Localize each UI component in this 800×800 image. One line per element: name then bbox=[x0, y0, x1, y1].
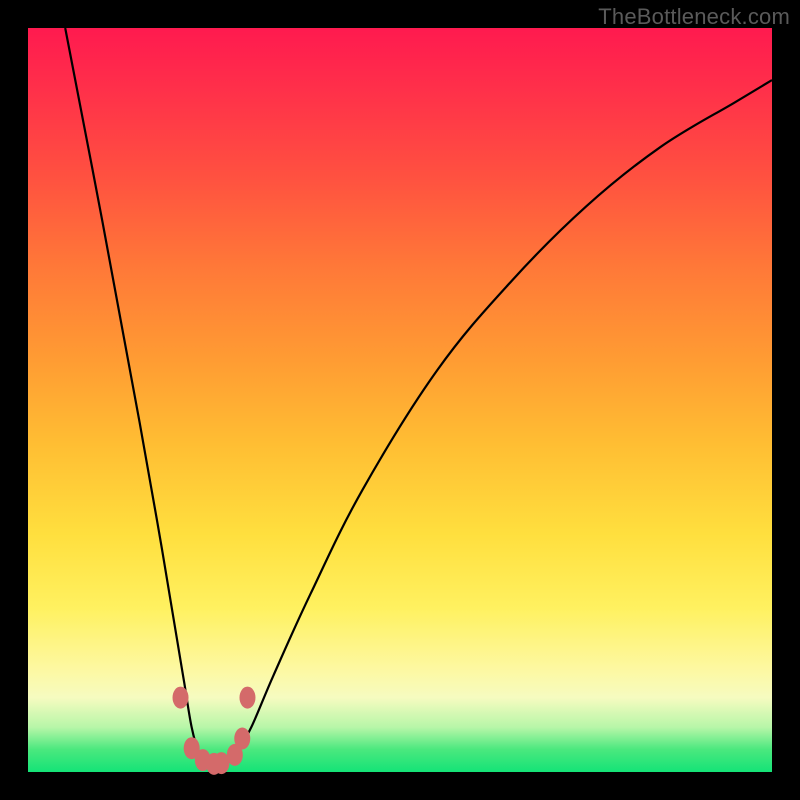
curve-marker bbox=[239, 687, 255, 709]
curve-marker bbox=[234, 728, 250, 750]
bottleneck-curve bbox=[65, 28, 772, 765]
chart-plot-area bbox=[28, 28, 772, 772]
curve-markers bbox=[173, 687, 256, 775]
curve-marker bbox=[173, 687, 189, 709]
watermark-label: TheBottleneck.com bbox=[598, 4, 790, 30]
chart-svg bbox=[28, 28, 772, 772]
